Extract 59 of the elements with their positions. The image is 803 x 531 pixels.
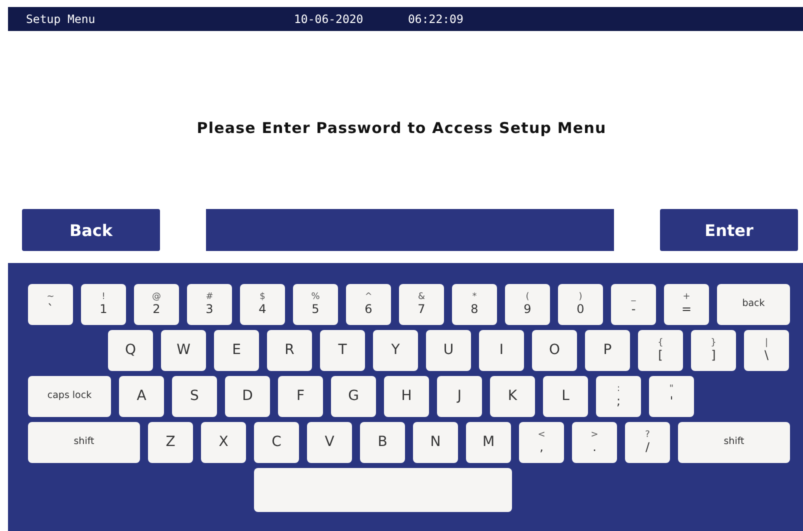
keyboard-key[interactable]: Q [108,330,153,371]
keyboard-key[interactable]: ! 1 [81,284,126,325]
keyboard-key[interactable]: T [320,330,365,371]
keyboard-key[interactable]: I [479,330,524,371]
keyboard-key[interactable]: B [360,422,405,463]
keyboard-key[interactable]: G [331,376,376,417]
back-button[interactable]: Back [22,209,160,251]
screen-title: Setup Menu [26,12,96,26]
keyboard-key[interactable]: ? / [625,422,670,463]
keyboard-key[interactable]: P [585,330,630,371]
keyboard-key[interactable]: @ 2 [134,284,179,325]
keyboard-key[interactable]: * 8 [452,284,497,325]
keyboard-key[interactable]: M [466,422,511,463]
keyboard-key[interactable]: | \ [744,330,789,371]
keyboard-key[interactable]: back [717,284,790,325]
keyboard-key[interactable]: N [413,422,458,463]
keyboard-key[interactable]: L [543,376,588,417]
keyboard-key[interactable]: W [161,330,206,371]
keyboard-key[interactable]: Y [373,330,418,371]
keyboard-key[interactable]: " ' [649,376,694,417]
keyboard-key[interactable]: < , [519,422,564,463]
keyboard-key[interactable]: A [119,376,164,417]
keyboard-key[interactable]: shift [678,422,790,463]
keyboard-key[interactable]: > . [572,422,617,463]
keyboard-key[interactable]: H [384,376,429,417]
keyboard-key[interactable]: shift [28,422,140,463]
keyboard-key[interactable]: U [426,330,471,371]
keyboard-key[interactable]: ~ ` [28,284,73,325]
keyboard-key[interactable]: R [267,330,312,371]
keyboard-key[interactable]: ^ 6 [346,284,391,325]
keyboard-key[interactable]: + = [664,284,709,325]
keyboard-key[interactable]: _ - [611,284,656,325]
keyboard-key[interactable]: D [225,376,270,417]
keyboard-key[interactable]: F [278,376,323,417]
keyboard-key[interactable]: C [254,422,299,463]
keyboard-key[interactable]: X [201,422,246,463]
keyboard-key[interactable]: { [ [638,330,683,371]
keyboard-key[interactable]: K [490,376,535,417]
date-text: 10-06-2020 [294,12,364,26]
keyboard-key[interactable]: E [214,330,259,371]
time-text: 06:22:09 [408,12,464,26]
enter-button[interactable]: Enter [660,209,798,251]
keyboard-key[interactable]: caps lock [28,376,111,417]
keyboard-key[interactable]: # 3 [187,284,232,325]
keyboard-key[interactable]: V [307,422,352,463]
keyboard-key[interactable]: J [437,376,482,417]
keyboard-key[interactable]: S [172,376,217,417]
keyboard-key[interactable]: ( 9 [505,284,550,325]
keyboard-key[interactable]: Z [148,422,193,463]
keyboard-key[interactable]: ) 0 [558,284,603,325]
keyboard-key[interactable]: % 5 [293,284,338,325]
keyboard-key[interactable]: : ; [596,376,641,417]
keyboard-key[interactable]: & 7 [399,284,444,325]
keyboard-key[interactable]: $ 4 [240,284,285,325]
password-field[interactable] [206,209,614,251]
password-prompt: Please Enter Password to Access Setup Menu [196,119,606,137]
keyboard-key[interactable]: } ] [691,330,736,371]
keyboard-key[interactable]: O [532,330,577,371]
space-key[interactable] [254,468,512,512]
